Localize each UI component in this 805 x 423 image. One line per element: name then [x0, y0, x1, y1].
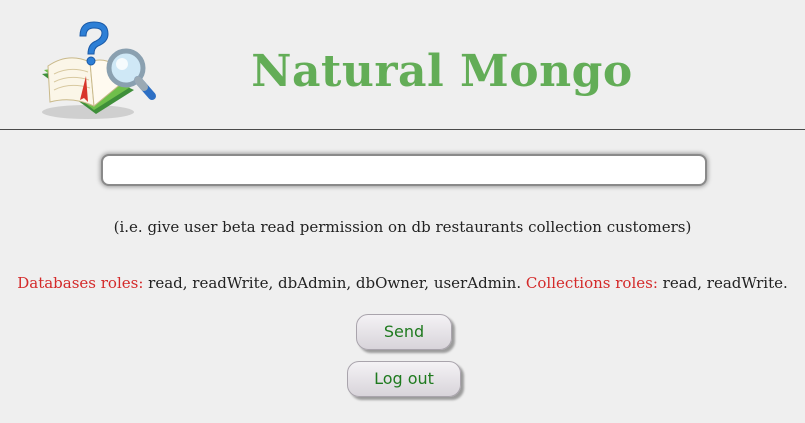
- app-title: Natural Mongo: [251, 46, 633, 97]
- page: Natural Mongo (i.e. give user beta read …: [0, 0, 805, 423]
- collection-roles-values: read, readWrite.: [657, 274, 788, 292]
- book-magnifier-question-icon: [36, 16, 166, 124]
- example-hint: (i.e. give user beta read permission on …: [113, 218, 692, 236]
- header-divider: [0, 129, 805, 130]
- roles-info: Databases roles: read, readWrite, dbAdmi…: [0, 274, 805, 292]
- db-roles-values: read, readWrite, dbAdmin, dbOwner, userA…: [143, 274, 526, 292]
- send-button[interactable]: Send: [356, 314, 452, 350]
- collection-roles-label: Collections roles:: [525, 274, 658, 292]
- db-roles-label: Databases roles:: [17, 274, 144, 292]
- logout-button[interactable]: Log out: [347, 361, 461, 397]
- command-input[interactable]: [101, 154, 707, 186]
